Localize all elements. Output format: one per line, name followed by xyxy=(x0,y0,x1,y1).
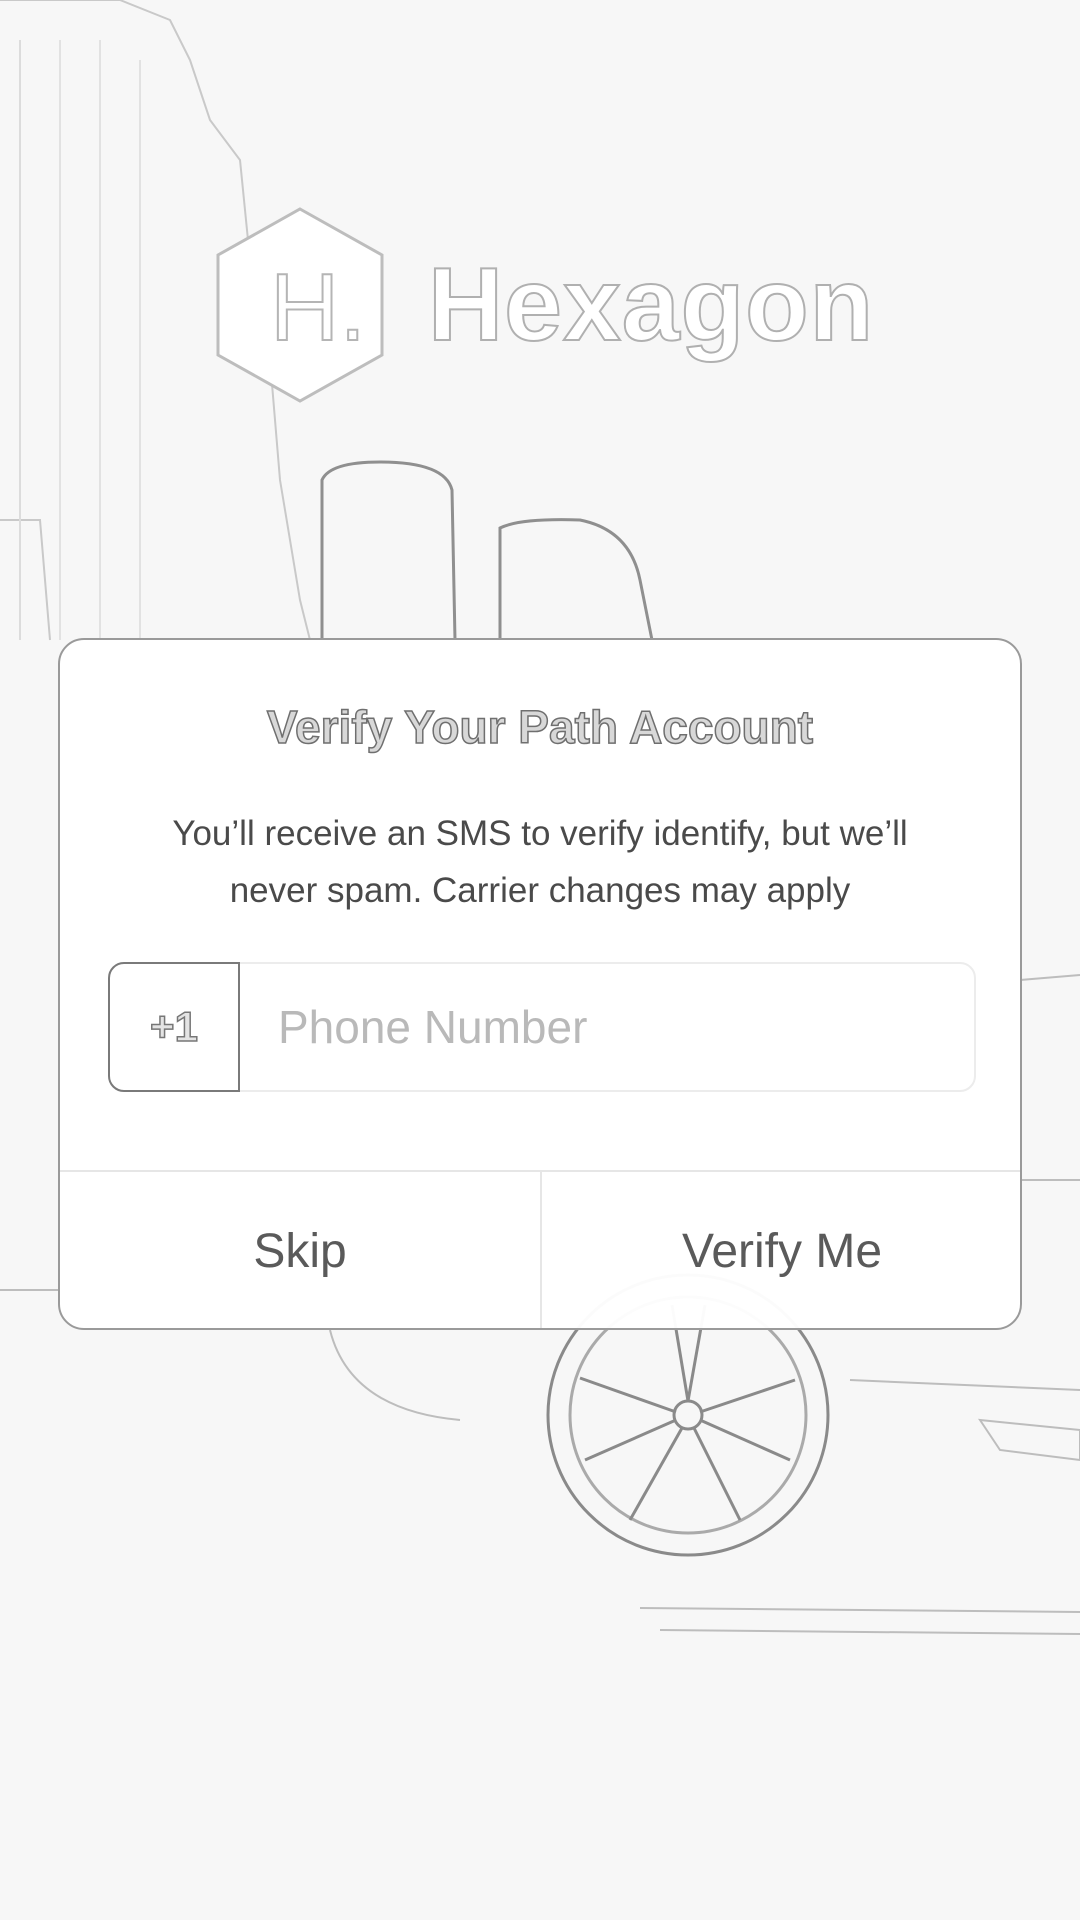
logo-letter: H. xyxy=(269,254,367,361)
dialog-message: You’ll receive an SMS to verify identify… xyxy=(172,814,908,910)
country-code-button[interactable]: +1 xyxy=(108,962,240,1092)
verify-me-button[interactable]: Verify Me xyxy=(542,1172,1020,1328)
dialog-title: Verify Your Path Account xyxy=(266,700,814,754)
skip-button[interactable]: Skip xyxy=(60,1172,540,1328)
phone-input-group: +1 xyxy=(108,962,976,1092)
logo-wordmark: Hexagon xyxy=(427,247,875,363)
phone-number-input[interactable] xyxy=(240,964,970,1090)
app-logo: H. Hexagon xyxy=(210,205,890,415)
verify-dialog: Verify Your Path Account You’ll receive … xyxy=(58,638,1022,1330)
